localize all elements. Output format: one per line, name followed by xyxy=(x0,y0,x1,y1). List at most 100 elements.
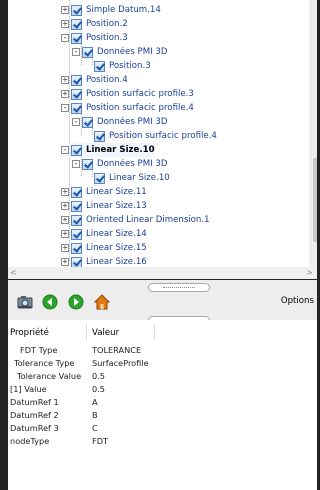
expand-toggle-icon[interactable]: + xyxy=(61,202,69,210)
options-button[interactable]: Options xyxy=(281,296,314,306)
visibility-check-icon[interactable] xyxy=(71,256,82,267)
toolbar: Options xyxy=(8,290,317,314)
collapse-toggle-icon[interactable]: - xyxy=(61,104,69,112)
expand-toggle-icon[interactable]: + xyxy=(61,216,69,224)
expand-toggle-icon[interactable]: + xyxy=(61,244,69,252)
property-key: DatumRef 1 xyxy=(10,397,59,407)
tree-item[interactable]: - Position.3 xyxy=(61,31,128,45)
tree-item-label: Position.3 xyxy=(86,33,128,43)
table-row[interactable]: DatumRef 3 C xyxy=(8,423,317,435)
camera-icon[interactable] xyxy=(17,294,33,310)
column-header-value[interactable]: Valeur xyxy=(92,328,119,338)
tree-item-label: Linear Size.16 xyxy=(86,257,147,267)
vertical-scrollbar-thumb[interactable] xyxy=(313,158,317,242)
tree-item[interactable]: - Données PMI 3D xyxy=(72,115,168,129)
expand-toggle-icon[interactable]: + xyxy=(61,76,69,84)
property-value: 0.5 xyxy=(92,371,106,381)
property-key: FDT Type xyxy=(20,345,58,355)
visibility-check-icon[interactable] xyxy=(71,242,82,254)
visibility-check-icon[interactable] xyxy=(82,46,93,58)
tree-item-label: Position surfacic profile.3 xyxy=(86,89,194,99)
visibility-check-icon[interactable] xyxy=(82,158,93,170)
table-row[interactable]: Tolerance Type SurfaceProfile xyxy=(8,358,317,370)
visibility-check-icon[interactable] xyxy=(71,214,82,226)
tree-item[interactable]: + Linear Size.13 xyxy=(61,199,147,213)
scroll-left-icon[interactable]: < xyxy=(10,268,17,277)
tree-item[interactable]: - Données PMI 3D xyxy=(72,157,168,171)
expand-toggle-icon[interactable]: + xyxy=(61,90,69,98)
property-value: B xyxy=(92,410,98,420)
tree-item[interactable]: Position surfacic profile.4 xyxy=(92,129,217,143)
property-key: Tolerance Value xyxy=(17,371,82,381)
table-row[interactable]: DatumRef 2 B xyxy=(8,410,317,422)
tree-item[interactable]: - Données PMI 3D xyxy=(72,45,168,59)
expand-toggle-icon[interactable]: + xyxy=(61,20,69,28)
tree-item-label: Position surfacic profile.4 xyxy=(86,103,194,113)
property-key: DatumRef 3 xyxy=(10,423,59,433)
collapse-toggle-icon[interactable]: - xyxy=(72,118,80,126)
visibility-check-icon[interactable] xyxy=(71,74,82,86)
tree-item[interactable]: + Linear Size.16 xyxy=(61,255,147,267)
tree-item-label: Linear Size.10 xyxy=(109,173,170,183)
tree-item[interactable]: Position.3 xyxy=(92,59,151,73)
expand-toggle-icon[interactable]: + xyxy=(61,258,69,266)
visibility-check-icon[interactable] xyxy=(94,172,105,184)
visibility-check-icon[interactable] xyxy=(71,4,82,16)
expand-toggle-icon[interactable]: + xyxy=(61,230,69,238)
tree-item[interactable]: + Position.4 xyxy=(61,73,128,87)
tree-item[interactable]: - Position surfacic profile.4 xyxy=(61,101,194,115)
forward-arrow-icon[interactable] xyxy=(68,294,84,310)
tree-item[interactable]: Linear Size.10 xyxy=(92,171,170,185)
visibility-check-icon[interactable] xyxy=(71,200,82,212)
tree-item[interactable]: + Simple Datum.14 xyxy=(61,3,161,17)
collapse-toggle-icon[interactable]: - xyxy=(61,34,69,42)
table-row[interactable]: [1] Value 0.5 xyxy=(8,384,317,396)
table-row[interactable]: FDT Type TOLERANCE xyxy=(8,345,317,357)
property-value: A xyxy=(92,397,98,407)
tree-item-label: Simple Datum.14 xyxy=(86,5,161,15)
tree-item-label: Position.3 xyxy=(109,61,151,71)
horizontal-scrollbar[interactable]: < > xyxy=(8,267,317,279)
vertical-scrollbar[interactable] xyxy=(309,0,317,267)
table-row[interactable]: DatumRef 1 A xyxy=(8,397,317,409)
collapse-toggle-icon[interactable]: - xyxy=(61,146,69,154)
visibility-check-icon[interactable] xyxy=(94,60,105,72)
table-row[interactable]: Tolerance Value 0.5 xyxy=(8,371,317,383)
visibility-check-icon[interactable] xyxy=(71,228,82,240)
scroll-right-icon[interactable]: > xyxy=(306,268,313,277)
tree-item[interactable]: + Position surfacic profile.3 xyxy=(61,87,194,101)
tree-item-label: Linear Size.14 xyxy=(86,229,147,239)
property-value: 0.5 xyxy=(92,384,106,394)
visibility-check-icon[interactable] xyxy=(71,102,82,114)
property-value: C xyxy=(92,423,98,433)
tree-item-label: Données PMI 3D xyxy=(97,47,168,57)
tree-item[interactable]: + Linear Size.15 xyxy=(61,241,147,255)
tree-item-label: Linear Size.10 xyxy=(86,145,155,155)
home-icon[interactable] xyxy=(94,294,110,310)
column-divider[interactable] xyxy=(154,324,155,340)
expand-toggle-icon[interactable]: + xyxy=(61,188,69,196)
tree-item-label: Position.2 xyxy=(86,19,128,29)
column-divider[interactable] xyxy=(86,324,87,340)
tree-item-selected[interactable]: - Linear Size.10 xyxy=(61,143,155,157)
visibility-check-icon[interactable] xyxy=(71,144,82,156)
visibility-check-icon[interactable] xyxy=(82,116,93,128)
tree-item[interactable]: + Oriented Linear Dimension.1 xyxy=(61,213,210,227)
tree-item[interactable]: + Linear Size.14 xyxy=(61,227,147,241)
expand-toggle-icon[interactable]: + xyxy=(61,6,69,14)
collapse-toggle-icon[interactable]: - xyxy=(72,160,80,168)
visibility-check-icon[interactable] xyxy=(94,130,105,142)
property-value: TOLERANCE xyxy=(92,345,142,355)
column-header-property[interactable]: Propriété xyxy=(10,328,49,338)
tree-item[interactable]: + Position.2 xyxy=(61,17,128,31)
visibility-check-icon[interactable] xyxy=(71,32,82,44)
visibility-check-icon[interactable] xyxy=(71,18,82,30)
tree-item-label: Position surfacic profile.4 xyxy=(109,131,217,141)
property-value: SurfaceProfile xyxy=(92,358,149,368)
collapse-toggle-icon[interactable]: - xyxy=(72,48,80,56)
tree-item[interactable]: + Linear Size.11 xyxy=(61,185,147,199)
visibility-check-icon[interactable] xyxy=(71,186,82,198)
back-arrow-icon[interactable] xyxy=(42,294,58,310)
table-row[interactable]: nodeType FDT xyxy=(8,436,317,448)
visibility-check-icon[interactable] xyxy=(71,88,82,100)
